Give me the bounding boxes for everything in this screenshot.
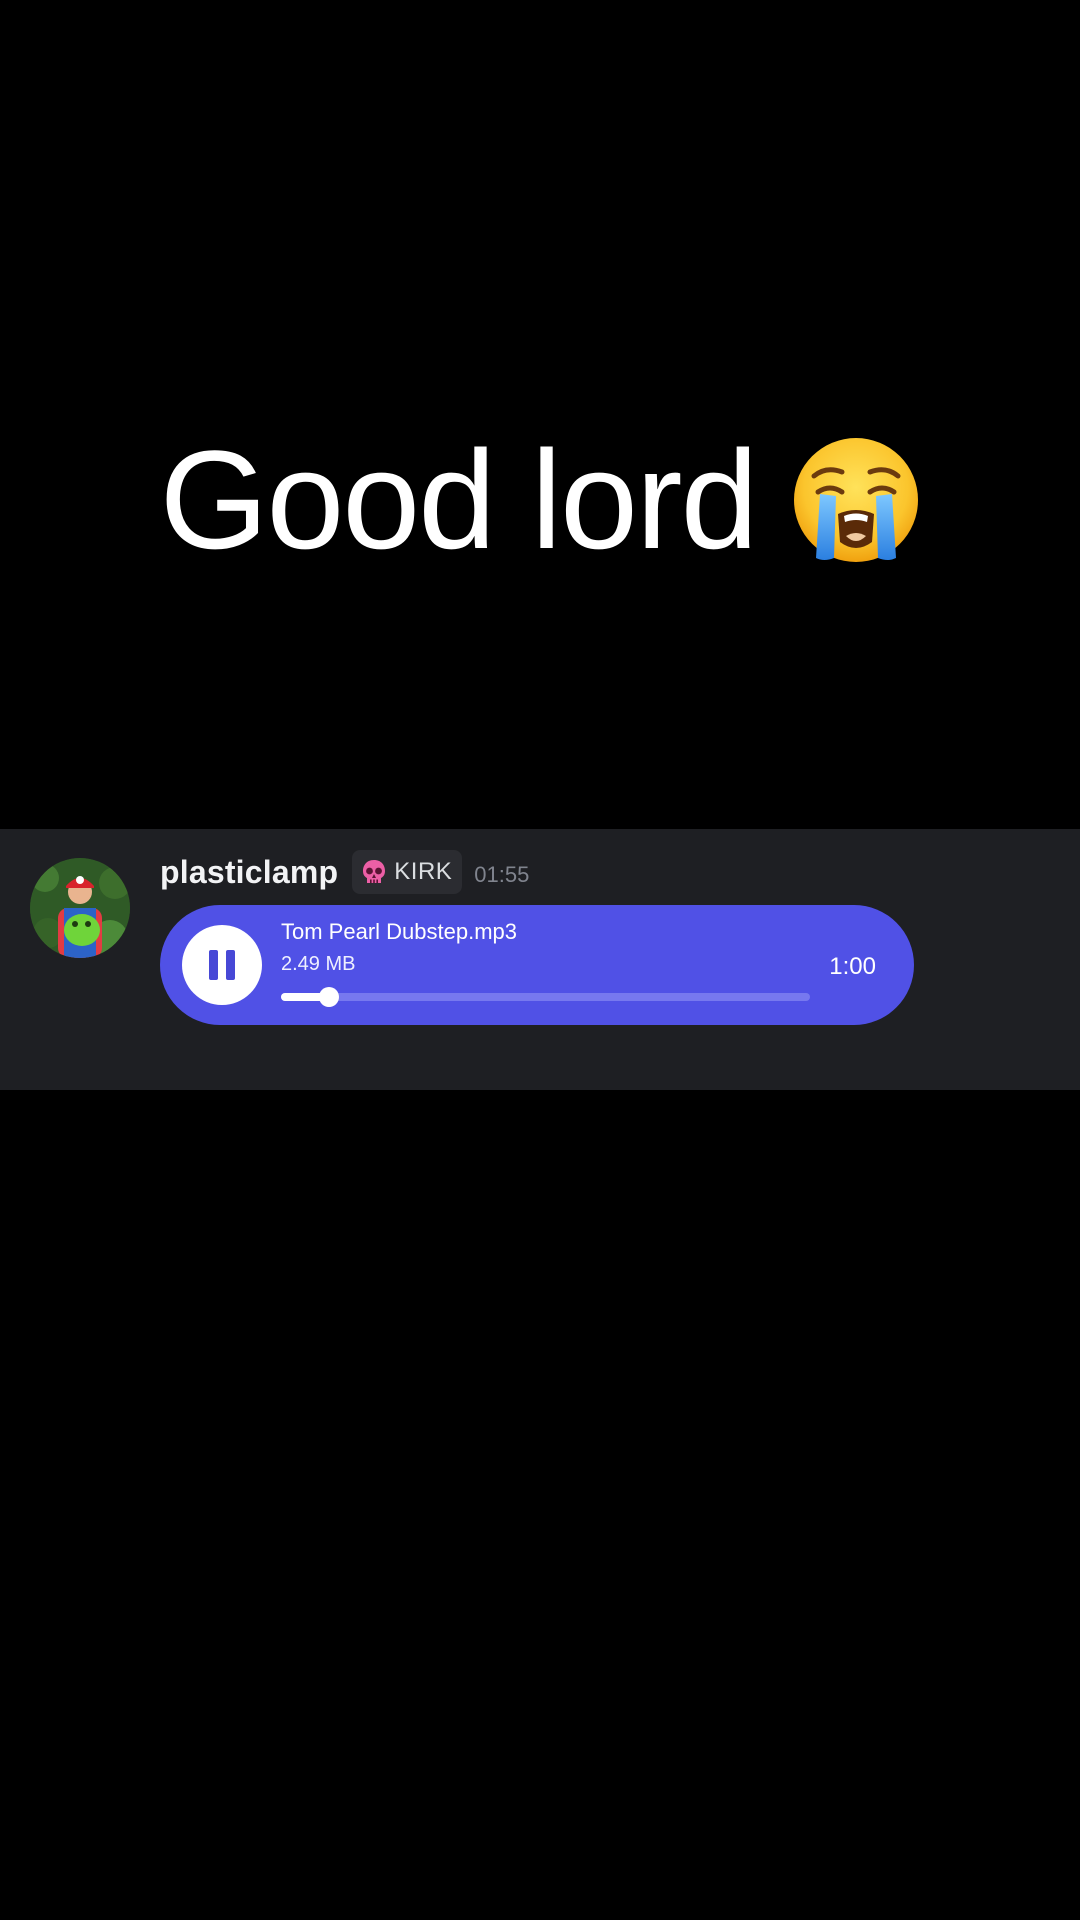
avatar-image: [30, 858, 130, 958]
avatar[interactable]: [30, 858, 130, 958]
audio-attachment: Tom Pearl Dubstep.mp3 2.49 MB 1:00: [160, 905, 914, 1025]
caption-text: Good lord: [159, 421, 759, 578]
audio-progress-track[interactable]: [281, 987, 810, 1007]
role-tag-label: KIRK: [394, 858, 453, 885]
message-timestamp: 01:55: [474, 862, 530, 887]
audio-progress-handle[interactable]: [318, 987, 339, 1007]
caption: Good lord: [0, 420, 1080, 580]
pause-icon: [209, 950, 235, 980]
skull-icon: [363, 860, 386, 883]
username[interactable]: plasticlamp: [160, 854, 338, 891]
message-header: plasticlamp KIRK 01:55: [160, 848, 529, 896]
audio-duration: 1:00: [829, 953, 876, 980]
role-tag-badge[interactable]: KIRK: [352, 850, 463, 894]
audio-file-size: 2.49 MB: [281, 953, 356, 975]
audio-file-name[interactable]: Tom Pearl Dubstep.mp3: [281, 919, 517, 945]
pause-button[interactable]: [182, 925, 262, 1005]
loudly-crying-face-icon: [794, 438, 919, 562]
